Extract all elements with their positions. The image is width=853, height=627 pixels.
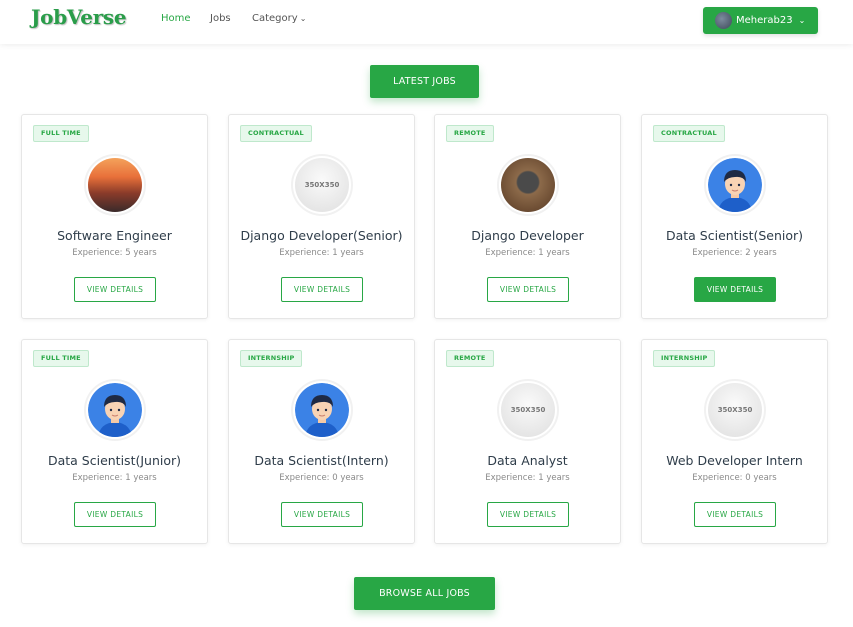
- job-title: Web Developer Intern: [666, 453, 803, 468]
- view-details-button[interactable]: VIEW DETAILS: [281, 277, 363, 302]
- job-experience: Experience: 1 years: [485, 248, 570, 258]
- job-experience: Experience: 0 years: [279, 473, 364, 483]
- user-avatar: [715, 12, 732, 29]
- job-title: Data Scientist(Junior): [47, 453, 182, 468]
- view-details-button[interactable]: VIEW DETAILS: [487, 277, 569, 302]
- job-type-badge: REMOTE: [446, 125, 494, 142]
- job-experience: Experience: 1 years: [72, 473, 157, 483]
- job-card: REMOTE 350X350 Data Analyst Experience: 1 y…: [434, 339, 621, 544]
- view-details-button[interactable]: VIEW DETAILS: [74, 502, 156, 527]
- job-image-dog: [501, 158, 555, 212]
- job-avatar-frame: 350X350: [499, 381, 557, 439]
- view-details-button[interactable]: VIEW DETAILS: [281, 502, 363, 527]
- user-menu-button[interactable]: Meherab23 ⌄: [703, 7, 818, 34]
- job-title: Data Analyst: [487, 453, 568, 468]
- nav-jobs[interactable]: Jobs: [210, 13, 231, 24]
- placeholder-image: 350X350: [501, 383, 555, 437]
- job-type-badge: CONTRACTUAL: [240, 125, 312, 142]
- job-experience: Experience: 2 years: [692, 248, 777, 258]
- job-type-badge: FULL TIME: [33, 125, 89, 142]
- brand-logo[interactable]: JobVerse: [31, 5, 127, 29]
- job-avatar-frame: [86, 156, 144, 214]
- job-card: REMOTE Django Developer Experience: 1 year…: [434, 114, 621, 319]
- job-avatar-frame: [293, 381, 351, 439]
- job-card: CONTRACTUAL 350X350 Django Developer(Senio…: [228, 114, 415, 319]
- job-title: Django Developer(Senior): [240, 228, 403, 243]
- view-details-button[interactable]: VIEW DETAILS: [74, 277, 156, 302]
- job-avatar: [708, 158, 762, 212]
- job-image-city: [88, 158, 142, 212]
- job-avatar-frame: [499, 156, 557, 214]
- nav-category-label: Category: [252, 13, 298, 24]
- job-experience: Experience: 1 years: [279, 248, 364, 258]
- job-title: Django Developer: [471, 228, 584, 243]
- job-card: FULL TIME Data Scientist(Junior) Experienc…: [21, 339, 208, 544]
- job-avatar: [295, 383, 349, 437]
- job-avatar-frame: [86, 381, 144, 439]
- job-card: FULL TIME Software Engineer Experience: 5 …: [21, 114, 208, 319]
- job-card: INTERNSHIP Data Scientist(Intern) Experien…: [228, 339, 415, 544]
- job-type-badge: CONTRACTUAL: [653, 125, 725, 142]
- job-type-badge: INTERNSHIP: [653, 350, 716, 367]
- job-title: Data Scientist(Intern): [254, 453, 389, 468]
- job-avatar-frame: 350X350: [293, 156, 351, 214]
- browse-all-jobs-button[interactable]: BROWSE ALL JOBS: [354, 577, 495, 610]
- job-avatar-frame: [706, 156, 764, 214]
- job-card: CONTRACTUAL Data Scientist(Senior) Experie…: [641, 114, 828, 319]
- person-icon: [295, 383, 349, 437]
- chevron-down-icon: ⌄: [798, 16, 806, 25]
- job-title: Software Engineer: [57, 228, 172, 243]
- user-name: Meherab23: [736, 15, 793, 26]
- job-type-badge: REMOTE: [446, 350, 494, 367]
- job-avatar: [88, 383, 142, 437]
- person-icon: [88, 383, 142, 437]
- job-title: Data Scientist(Senior): [665, 228, 804, 243]
- job-type-badge: INTERNSHIP: [240, 350, 303, 367]
- view-details-button[interactable]: VIEW DETAILS: [694, 502, 776, 527]
- job-type-badge: FULL TIME: [33, 350, 89, 367]
- job-avatar-frame: 350X350: [706, 381, 764, 439]
- job-experience: Experience: 5 years: [72, 248, 157, 258]
- placeholder-image: 350X350: [295, 158, 349, 212]
- view-details-button[interactable]: VIEW DETAILS: [487, 502, 569, 527]
- view-details-button[interactable]: VIEW DETAILS: [694, 277, 776, 302]
- job-card: INTERNSHIP 350X350 Web Developer Intern Exp…: [641, 339, 828, 544]
- job-experience: Experience: 1 years: [485, 473, 570, 483]
- latest-jobs-button[interactable]: LATEST JOBS: [370, 65, 479, 98]
- nav-home[interactable]: Home: [161, 13, 191, 24]
- navbar: JobVerse Home Jobs Category ⌄ Meherab23 ⌄: [0, 0, 853, 44]
- job-experience: Experience: 0 years: [692, 473, 777, 483]
- nav-category[interactable]: Category ⌄: [252, 13, 306, 24]
- chevron-down-icon: ⌄: [299, 14, 307, 23]
- placeholder-image: 350X350: [708, 383, 762, 437]
- person-icon: [708, 158, 762, 212]
